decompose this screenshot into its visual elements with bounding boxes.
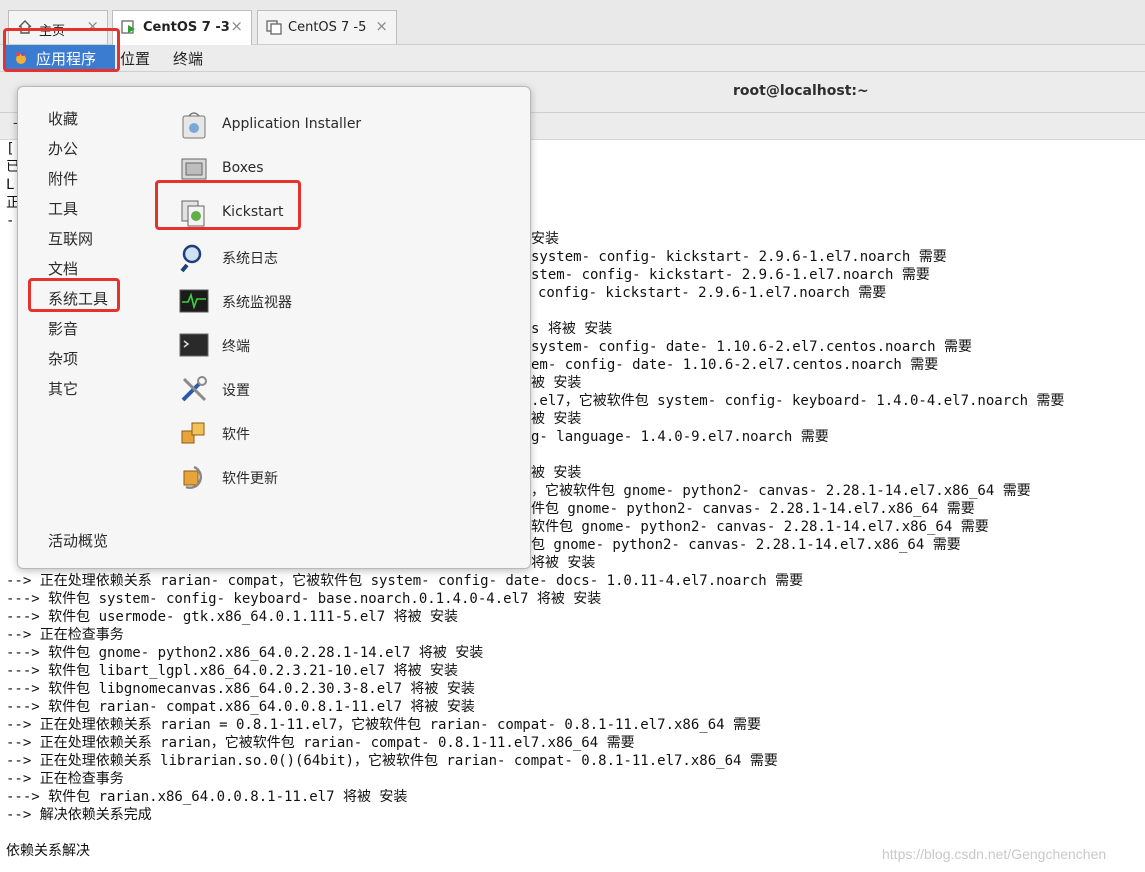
tab-label: CentOS 7 -3 [143, 20, 230, 35]
terminal-line: --> 正在处理依赖关系 rarian，它被软件包 rarian- compat… [6, 735, 635, 751]
applications-label: 应用程序 [36, 50, 97, 68]
terminal-line: 软件包 gnome- python2- canvas- 2.28.1-14.el… [531, 519, 989, 535]
terminal-line: 被 安装 [531, 411, 582, 427]
places-menu[interactable]: 位置 [120, 48, 150, 69]
applications-menu-button[interactable]: 应用程序 [5, 45, 115, 71]
terminal-line: [ [6, 141, 15, 157]
terminal-line-fragment: - [6, 213, 15, 229]
tab-label: 主页 [39, 24, 66, 39]
terminal-line: ---> 软件包 rarian- compat.x86_64.0.0.8.1-1… [6, 699, 475, 715]
terminal-line: ---> 软件包 usermode- gtk.x86_64.0.1.111-5.… [6, 609, 459, 625]
app-label: 软件更新 [222, 471, 278, 487]
terminal-line: ---> 软件包 system- config- keyboard- base.… [6, 591, 602, 607]
terminal-line: s 将被 安装 [531, 321, 613, 337]
kickstart-icon [181, 200, 205, 227]
category-accessories[interactable]: 附件 [48, 168, 78, 189]
tab-strip: 主页 × CentOS 7 -3 × CentOS 7 -5 × [0, 0, 1145, 45]
category-office[interactable]: 办公 [48, 138, 78, 159]
app-label: 设置 [222, 383, 250, 399]
terminal-icon [179, 333, 209, 357]
terminal-line: ---> 软件包 gnome- python2.x86_64.0.2.28.1-… [6, 645, 484, 661]
category-internet[interactable]: 互联网 [48, 228, 93, 249]
monitor-icon [179, 289, 209, 313]
app-system-log[interactable]: 系统日志 [178, 237, 478, 277]
terminal-line: .el7，它被软件包 system- config- keyboard- 1.4… [531, 393, 1065, 409]
log-search-icon [180, 244, 202, 273]
top-panel: 应用程序 位置 终端 [0, 45, 1145, 72]
terminal-line: --> 解决依赖关系完成 [6, 807, 152, 823]
close-icon[interactable]: × [375, 17, 388, 35]
software-icon [181, 422, 205, 444]
terminal-line: stem- config- kickstart- 2.9.6-1.el7.noa… [531, 267, 930, 283]
app-system-monitor[interactable]: 系统监视器 [178, 281, 478, 321]
terminal-line: --> 正在处理依赖关系 rarian- compat，它被软件包 system… [6, 573, 804, 589]
terminal-line: 将被 安装 [531, 555, 596, 571]
gnome-foot-icon [16, 52, 26, 64]
terminal-line: --> 正在处理依赖关系 librarian.so.0()(64bit)，它被软… [6, 753, 778, 769]
terminal-line: 被 安装 [531, 375, 582, 391]
app-settings[interactable]: 设置 [178, 369, 478, 409]
terminal-line: system- config- kickstart- 2.9.6-1.el7.n… [531, 249, 947, 265]
app-boxes[interactable]: Boxes [178, 149, 478, 189]
terminal-line: 件包 gnome- python2- canvas- 2.28.1-14.el7… [531, 501, 975, 517]
vm-running-icon [121, 20, 135, 34]
applications-popup: 收藏 办公 附件 工具 互联网 文档 系统工具 影音 杂项 其它 活动概览 Ap… [17, 86, 531, 569]
terminal-line: system- config- date- 1.10.6-2.el7.cento… [531, 339, 973, 355]
close-icon[interactable]: × [230, 17, 243, 35]
app-label: 软件 [222, 427, 250, 443]
terminal-line: 被 安装 [531, 465, 582, 481]
terminal-menu[interactable]: 终端 [173, 48, 203, 69]
activities-overview-link[interactable]: 活动概览 [48, 530, 108, 551]
window-title: root@localhost:~ [733, 83, 869, 99]
tab-label: CentOS 7 -5 [288, 20, 367, 35]
terminal-line: L [6, 177, 15, 193]
app-software-update[interactable]: 软件更新 [178, 457, 478, 497]
app-label: Application Installer [222, 116, 362, 132]
terminal-line: --> 正在检查事务 [6, 771, 124, 787]
terminal-line: ，它被软件包 gnome- python2- canvas- 2.28.1-14… [531, 483, 1031, 499]
category-documents[interactable]: 文档 [48, 258, 78, 279]
tab-centos-5[interactable]: CentOS 7 -5 × [257, 10, 397, 44]
terminal-line: ---> 软件包 libart_lgpl.x86_64.0.2.3.21-10.… [6, 663, 459, 679]
tab-home[interactable]: 主页 × [8, 10, 108, 44]
category-sundry[interactable]: 杂项 [48, 348, 78, 369]
category-tools[interactable]: 工具 [48, 198, 78, 219]
watermark: https://blog.csdn.net/Gengchenchen [882, 846, 1107, 862]
app-software[interactable]: 软件 [178, 413, 478, 453]
app-label: 终端 [222, 339, 250, 355]
terminal-line: --> 正在处理依赖关系 rarian = 0.8.1-11.el7，它被软件包… [6, 717, 762, 733]
boxes-icon [181, 158, 207, 180]
installer-icon [182, 112, 206, 139]
app-kickstart[interactable]: Kickstart [178, 193, 478, 233]
close-icon[interactable]: × [86, 17, 99, 35]
app-terminal[interactable]: 终端 [178, 325, 478, 365]
terminal-line: ---> 软件包 rarian.x86_64.0.0.8.1-11.el7 将被… [6, 789, 408, 805]
terminal-line: 安装 [531, 231, 559, 247]
vm-icon [266, 20, 282, 35]
terminal-line: 依赖关系解决 [6, 843, 90, 859]
category-multimedia[interactable]: 影音 [48, 318, 78, 339]
update-icon [183, 465, 203, 489]
app-application-installer[interactable]: Application Installer [178, 105, 478, 145]
terminal-line: em- config- date- 1.10.6-2.el7.centos.no… [531, 357, 939, 373]
category-favorites[interactable]: 收藏 [48, 108, 78, 129]
terminal-line: ---> 软件包 libgnomecanvas.x86_64.0.2.30.3-… [6, 681, 475, 697]
app-label: Boxes [222, 160, 264, 176]
tools-icon [181, 376, 207, 402]
tab-centos-3[interactable]: CentOS 7 -3 × [112, 10, 252, 45]
app-label: 系统监视器 [222, 295, 292, 311]
category-system-tools[interactable]: 系统工具 [48, 288, 108, 309]
app-label: 系统日志 [222, 251, 278, 267]
terminal-line: config- kickstart- 2.9.6-1.el7.noarch 需要 [538, 285, 887, 301]
home-icon [18, 20, 32, 34]
terminal-line: g- language- 1.4.0-9.el7.noarch 需要 [531, 429, 829, 445]
category-other[interactable]: 其它 [48, 378, 78, 399]
app-label: Kickstart [222, 204, 284, 220]
terminal-line: 包 gnome- python2- canvas- 2.28.1-14.el7.… [531, 537, 961, 553]
terminal-line: --> 正在检查事务 [6, 627, 124, 643]
